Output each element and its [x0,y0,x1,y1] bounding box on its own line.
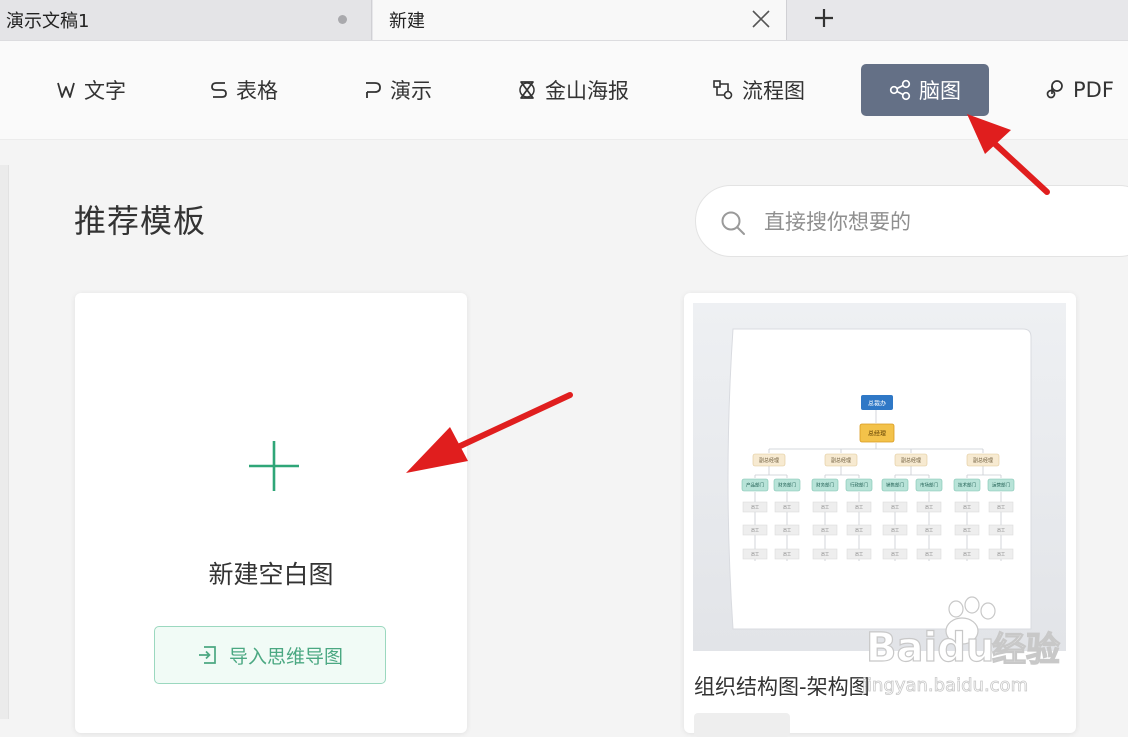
preview-staff-node: 员工 [821,527,829,533]
preview-staff-node: 员工 [821,504,829,510]
template-card-org-chart[interactable]: 总裁办 总经理 副总经理 副总经理 副总经理 副总经理 产品部门 财务部门 财务… [684,293,1076,737]
category-label: 表格 [236,79,278,103]
preview-dept-node: 行政部门 [850,482,868,489]
preview-staff-node: 员工 [783,551,791,557]
preview-staff-node: 员工 [751,527,759,533]
org-chart-preview: 总裁办 总经理 副总经理 副总经理 副总经理 副总经理 产品部门 财务部门 财务… [693,303,1066,651]
unsaved-dot-icon [338,15,347,24]
category-toolbar: 文字 表格 演示 金山海报 流程图 脑图 PDF [0,41,1128,140]
flowchart-icon [713,80,733,100]
tab-label: 演示文稿1 [6,11,90,32]
preview-dept-node: 财务部门 [816,482,834,489]
preview-staff-node: 员工 [821,551,829,557]
preview-l3-node: 副总经理 [831,457,851,464]
new-blank-mindmap-card[interactable]: 新建空白图 导入思维导图 [75,293,467,733]
preview-top-node: 总裁办 [868,400,886,408]
preview-staff-node: 员工 [963,551,971,557]
new-blank-label: 新建空白图 [208,560,334,589]
tab-label: 新建 [389,11,425,32]
category-label: 金山海报 [545,79,629,103]
s-letter-icon [211,82,227,98]
preview-dept-node: 产品部门 [746,482,764,489]
preview-l3-node: 副总经理 [901,457,921,464]
preview-dept-node: 技术部门 [958,482,976,489]
left-panel-edge [0,165,9,719]
tab-presentation-1[interactable]: 演示文稿1 [0,0,372,40]
category-poster[interactable]: 金山海报 [517,64,629,116]
template-title: 组织结构图-架构图 [694,675,870,699]
preview-staff-node: 员工 [855,527,863,533]
preview-dept-node: 财务部门 [778,482,796,489]
category-label: 脑图 [919,79,961,103]
category-flowchart[interactable]: 流程图 [712,64,805,116]
poster-icon [519,81,535,99]
preview-staff-node: 员工 [925,504,933,510]
category-pdf[interactable]: PDF [1045,64,1114,116]
preview-staff-node: 员工 [925,527,933,533]
category-label: PDF [1073,78,1114,102]
category-label: 文字 [84,79,126,103]
category-label: 流程图 [742,79,805,103]
search-input[interactable] [762,204,1128,240]
preview-staff-node: 员工 [891,551,899,557]
pdf-icon [1046,80,1063,99]
preview-l3-node: 副总经理 [973,457,993,464]
search-icon [721,211,745,235]
template-tag [694,713,790,737]
w-letter-icon [57,82,75,98]
p-letter-icon [366,82,381,98]
preview-staff-node: 员工 [891,527,899,533]
preview-staff-node: 员工 [997,504,1005,510]
category-writer[interactable]: 文字 [56,64,126,116]
preview-staff-node: 员工 [855,504,863,510]
import-mindmap-button[interactable]: 导入思维导图 [154,626,386,684]
preview-dept-node: 销售部门 [886,482,904,489]
import-icon [198,646,216,664]
preview-staff-node: 员工 [925,551,933,557]
preview-l3-node: 副总经理 [759,457,779,464]
preview-staff-node: 员工 [783,504,791,510]
template-thumbnail[interactable]: 总裁办 总经理 副总经理 副总经理 副总经理 副总经理 产品部门 财务部门 财务… [693,303,1066,651]
preview-staff-node: 员工 [855,551,863,557]
preview-staff-node: 员工 [751,551,759,557]
preview-staff-node: 员工 [963,527,971,533]
new-tab-plus-icon[interactable] [812,6,836,30]
section-title: 推荐模板 [74,202,207,240]
category-label: 演示 [390,79,432,103]
mindmap-icon [889,79,911,101]
category-presentation[interactable]: 演示 [364,64,432,116]
preview-staff-node: 员工 [891,504,899,510]
import-label: 导入思维导图 [228,645,343,668]
category-spreadsheet[interactable]: 表格 [210,64,278,116]
plus-icon[interactable] [247,439,301,493]
preview-dept-node: 运营部门 [992,482,1010,489]
preview-staff-node: 员工 [963,504,971,510]
preview-staff-node: 员工 [751,504,759,510]
preview-dept-node: 市场部门 [920,482,938,489]
close-icon[interactable] [750,8,772,30]
preview-second-node: 总经理 [868,430,886,438]
preview-staff-node: 员工 [997,551,1005,557]
category-mindmap[interactable]: 脑图 [861,64,989,116]
template-search-box[interactable] [695,185,1128,257]
tab-new[interactable]: 新建 [373,0,787,40]
tab-bar: 演示文稿1 新建 [0,0,1128,41]
preview-staff-node: 员工 [783,527,791,533]
preview-staff-node: 员工 [997,527,1005,533]
